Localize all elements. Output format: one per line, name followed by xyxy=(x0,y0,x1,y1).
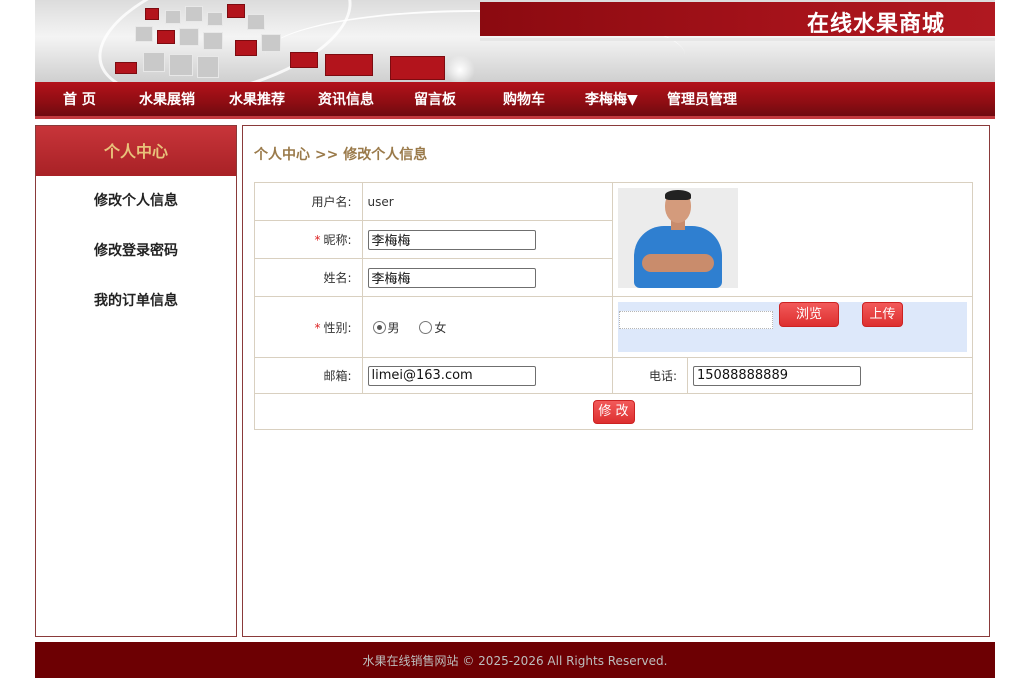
banner-cube xyxy=(197,56,219,78)
form-row-submit: 修 改 xyxy=(254,393,973,430)
sidebar: 个人中心 修改个人信息 修改登录密码 我的订单信息 xyxy=(35,125,237,637)
breadcrumb-root[interactable]: 个人中心 xyxy=(254,147,310,163)
banner-cube xyxy=(115,62,137,74)
main-panel: 个人中心 >> 修改个人信息 用户名: user * 昵称: 李梅梅 姓名: 李… xyxy=(242,125,990,637)
phone-label: 电话: xyxy=(612,357,688,394)
banner-glow xyxy=(445,55,475,82)
main-nav: 首 页 水果展销 水果推荐 资讯信息 留言板 购物车 李梅梅▼ 管理员管理 xyxy=(35,82,995,119)
sidebar-item-change-password[interactable]: 修改登录密码 xyxy=(36,226,236,276)
breadcrumb-current: 修改个人信息 xyxy=(343,147,428,163)
nickname-cell xyxy=(361,220,614,259)
nickname-label: 昵称: xyxy=(323,233,352,247)
form-row-username: 用户名: user xyxy=(254,182,973,297)
nav-item-fruit-recommend[interactable]: 水果推荐 xyxy=(229,82,285,119)
title-band-stripe xyxy=(480,38,995,41)
banner-cube xyxy=(169,54,193,76)
avatar-figure xyxy=(642,254,715,272)
sidebar-item-my-orders[interactable]: 我的订单信息 xyxy=(36,276,236,326)
form-row-contact: 邮箱: 电话: xyxy=(254,357,973,394)
title-band: 在线水果商城 xyxy=(480,2,995,41)
username-value: user xyxy=(361,182,614,221)
banner-cube xyxy=(185,6,203,22)
gender-options: 男 女 xyxy=(361,296,614,358)
banner-cube xyxy=(227,4,245,18)
phone-input[interactable] xyxy=(693,365,861,386)
submit-button[interactable]: 修 改 xyxy=(592,399,635,424)
gender-label: 性别: xyxy=(323,320,352,335)
profile-form: 用户名: user * 昵称: 李梅梅 姓名: 李梅梅 * 性别: 男 女 浏览… xyxy=(254,182,973,430)
header-banner: 在线水果商城 xyxy=(35,0,995,82)
nav-item-news[interactable]: 资讯信息 xyxy=(318,82,374,119)
banner-cube xyxy=(235,40,257,56)
nav-item-fruit-sales[interactable]: 水果展销 xyxy=(139,82,195,119)
nav-item-home[interactable]: 首 页 xyxy=(63,82,96,119)
avatar-photo xyxy=(618,188,739,288)
upload-cell: 浏览 上传 xyxy=(612,296,973,358)
username-label: 用户名: xyxy=(254,182,363,221)
banner-cube xyxy=(207,12,223,26)
banner-cube xyxy=(247,14,265,30)
realname-input[interactable] xyxy=(367,267,536,288)
avatar-figure xyxy=(665,190,692,200)
banner-cube xyxy=(143,52,165,72)
upload-button[interactable]: 上传 xyxy=(862,302,904,327)
banner-cube xyxy=(325,54,373,76)
nav-item-user-menu[interactable]: 李梅梅▼ xyxy=(585,82,638,119)
required-mark: * xyxy=(314,233,321,247)
footer: 水果在线销售网站 © 2025-2026 All Rights Reserved… xyxy=(35,642,995,678)
submit-cell: 修 改 xyxy=(254,393,973,430)
nav-item-cart[interactable]: 购物车 xyxy=(503,82,545,119)
realname-cell xyxy=(361,258,614,297)
gender-radio-female[interactable] xyxy=(419,320,433,334)
sidebar-item-edit-profile[interactable]: 修改个人信息 xyxy=(36,176,236,226)
form-row-gender: * 性别: 男 女 浏览 上传 xyxy=(254,296,973,358)
banner-cube xyxy=(261,34,281,52)
banner-cube xyxy=(135,26,153,42)
email-label: 邮箱: xyxy=(254,357,363,394)
email-input[interactable] xyxy=(367,365,536,386)
nickname-label-cell: * 昵称: xyxy=(254,220,363,259)
banner-cube xyxy=(290,52,318,68)
gender-label-cell: * 性别: xyxy=(254,296,363,358)
upload-area: 浏览 上传 xyxy=(618,302,968,352)
email-cell xyxy=(361,357,614,394)
gender-male-label: 男 xyxy=(387,320,400,335)
banner-cube xyxy=(157,30,175,44)
phone-cell xyxy=(687,357,973,394)
banner-cube xyxy=(390,56,445,80)
banner-cube xyxy=(165,10,181,24)
nav-item-admin[interactable]: 管理员管理 xyxy=(667,82,737,119)
sidebar-title: 个人中心 xyxy=(36,126,236,176)
page: 在线水果商城 首 页 水果展销 水果推荐 资讯信息 留言板 购物车 李梅梅▼ 管… xyxy=(0,0,1030,699)
banner-cube xyxy=(203,32,223,50)
avatar-cell xyxy=(612,182,973,297)
nav-item-message-board[interactable]: 留言板 xyxy=(414,82,456,119)
required-mark: * xyxy=(314,320,321,335)
gender-radio-male[interactable] xyxy=(372,320,386,334)
banner-cube xyxy=(179,28,199,46)
breadcrumb: 个人中心 >> 修改个人信息 xyxy=(254,144,427,164)
breadcrumb-separator: >> xyxy=(314,147,339,163)
banner-cube xyxy=(145,8,159,20)
nickname-input[interactable] xyxy=(367,229,536,250)
realname-label: 姓名: xyxy=(254,258,363,297)
gender-female-label: 女 xyxy=(434,320,447,335)
file-path-input[interactable] xyxy=(619,311,774,329)
browse-button[interactable]: 浏览 xyxy=(779,302,840,327)
site-title: 在线水果商城 xyxy=(806,12,945,37)
